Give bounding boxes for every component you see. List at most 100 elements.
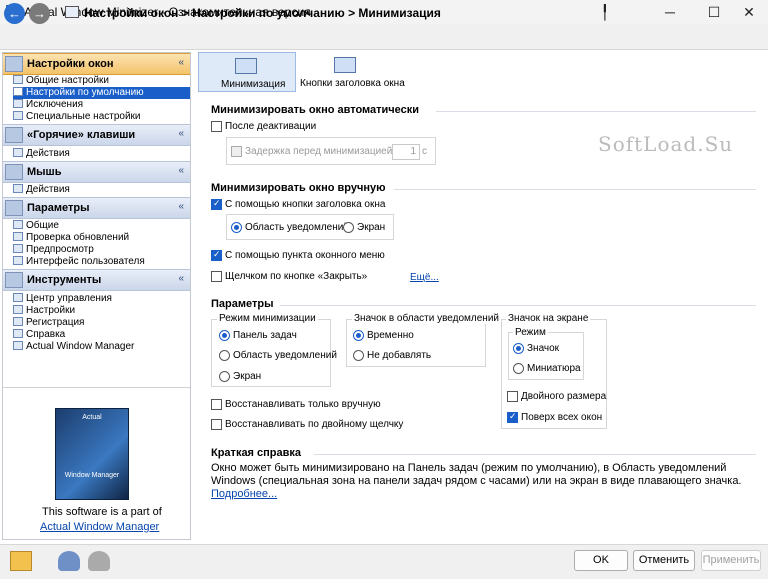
sidebar-item-ui[interactable]: Интерфейс пользователя: [13, 256, 190, 268]
sidebar-item-control-center[interactable]: Центр управления: [13, 293, 190, 305]
delay-stepper[interactable]: 1: [392, 144, 420, 160]
mode-tray-radio[interactable]: Область уведомлений: [219, 350, 337, 361]
manual-screen-radio[interactable]: Экран: [343, 222, 385, 233]
maximize-button[interactable]: ☐: [699, 0, 729, 24]
title-button-checkbox[interactable]: С помощью кнопки заголовка окна: [211, 198, 385, 210]
section-title: «Горячие» клавиши: [27, 129, 136, 141]
section-title: Мышь: [27, 166, 62, 178]
settings-icon: [13, 305, 23, 314]
mode-screen-radio[interactable]: Экран: [219, 371, 261, 382]
help-text: Окно может быть минимизировано на Панель…: [211, 462, 742, 487]
undo-icon[interactable]: [58, 551, 80, 571]
sidebar-item-awm[interactable]: Actual Window Manager: [13, 341, 190, 353]
restore-dblclick-checkbox[interactable]: Восстанавливать по двойному щелчку: [211, 419, 403, 430]
on-top-checkbox[interactable]: Поверх всех окон: [507, 411, 602, 423]
screen-icon-radio[interactable]: Значок: [513, 343, 559, 354]
update-icon: [13, 232, 23, 241]
sidebar-section-tools[interactable]: Инструменты «: [3, 269, 190, 291]
divider: [436, 111, 756, 112]
divider: [280, 305, 756, 306]
tab-title-buttons[interactable]: Кнопки заголовка окна: [298, 52, 405, 92]
close-click-checkbox[interactable]: Щелчком по кнопке «Закрыть»: [211, 271, 367, 282]
sidebar-item-tool-settings[interactable]: Настройки: [13, 305, 190, 317]
help-icon: [13, 329, 23, 338]
collapse-icon[interactable]: «: [178, 165, 184, 176]
forward-button[interactable]: →: [29, 3, 50, 24]
section-title: Настройки окон: [27, 58, 114, 70]
help-group-title: Краткая справка: [211, 447, 302, 459]
sidebar-divider: [3, 387, 190, 388]
title-buttons-icon: [334, 57, 356, 73]
ui-icon: [13, 256, 23, 265]
tools-icon: [5, 272, 23, 288]
sidebar-item-help[interactable]: Справка: [13, 329, 190, 341]
divider: [314, 454, 756, 455]
promo-text: This software is a part of: [42, 506, 162, 518]
navigation-bar: [0, 24, 768, 50]
tray-none-radio[interactable]: Не добавлять: [353, 350, 431, 361]
options-icon: [5, 200, 23, 216]
window-settings-icon: [65, 6, 79, 18]
ok-button[interactable]: OK: [574, 550, 628, 571]
control-center-icon: [13, 293, 23, 302]
screen-caption: Значок на экране: [506, 313, 591, 324]
sidebar-item-mouse-actions[interactable]: Действия: [13, 184, 190, 196]
awm-icon: [13, 341, 23, 350]
divider: [394, 189, 756, 190]
collapse-icon[interactable]: «: [178, 57, 184, 68]
sidebar-item-general-settings[interactable]: Общие настройки: [13, 75, 190, 87]
window-menu-checkbox[interactable]: С помощью пункта оконного меню: [211, 249, 385, 261]
auto-group-title: Минимизировать окно автоматически: [211, 104, 420, 116]
mode-taskbar-radio[interactable]: Панель задач: [219, 330, 297, 341]
tab-minimization[interactable]: Минимизация: [198, 52, 296, 92]
sidebar-section-hotkeys[interactable]: «Горячие» клавиши «: [3, 124, 190, 146]
sidebar-item-special-settings[interactable]: Специальные настройки: [13, 111, 190, 123]
sidebar-section-windows[interactable]: Настройки окон «: [3, 53, 190, 75]
back-button[interactable]: ←: [4, 3, 25, 24]
general-icon: [13, 220, 23, 229]
cancel-button[interactable]: Отменить: [633, 550, 695, 571]
watermark: SoftLoad.Su: [598, 132, 734, 156]
sidebar-item-updates[interactable]: Проверка обновлений: [13, 232, 190, 244]
delay-checkbox[interactable]: Задержка перед минимизацией: [231, 146, 392, 157]
apply-button[interactable]: Применить: [701, 550, 761, 571]
double-size-checkbox[interactable]: Двойного размера: [507, 391, 606, 402]
help-icon[interactable]: [10, 551, 32, 571]
collapse-icon[interactable]: «: [178, 128, 184, 139]
pin-icon[interactable]: ╿: [590, 0, 620, 24]
sidebar-item-registration[interactable]: Регистрация: [13, 317, 190, 329]
screen-mode-caption: Режим: [513, 327, 548, 338]
section-title: Инструменты: [27, 274, 102, 286]
after-deactivation-checkbox[interactable]: После деактивации: [211, 121, 316, 132]
registration-icon: [13, 317, 23, 326]
sidebar-section-mouse[interactable]: Мышь «: [3, 161, 190, 183]
sidebar-item-general[interactable]: Общие: [13, 220, 190, 232]
tray-temp-radio[interactable]: Временно: [353, 330, 414, 341]
manual-tray-radio[interactable]: Область уведомлений: [231, 222, 349, 233]
actions-icon: [13, 184, 23, 193]
keyboard-icon: [5, 127, 23, 143]
collapse-icon[interactable]: «: [178, 273, 184, 284]
mouse-icon: [5, 164, 23, 180]
screen-thumb-radio[interactable]: Миниатюра: [513, 363, 581, 374]
help-more-link[interactable]: Подробнее...: [211, 488, 277, 500]
settings-icon: [13, 75, 23, 84]
windows-settings-icon: [5, 56, 23, 72]
redo-icon[interactable]: [88, 551, 110, 571]
box-art-label: Window Manager: [64, 472, 120, 479]
actions-icon: [13, 148, 23, 157]
sidebar-item-preview[interactable]: Предпросмотр: [13, 244, 190, 256]
promo-link[interactable]: Actual Window Manager: [40, 521, 159, 533]
collapse-icon[interactable]: «: [178, 201, 184, 212]
sidebar-section-options[interactable]: Параметры «: [3, 197, 190, 219]
sidebar-item-exclusions[interactable]: Исключения: [13, 99, 190, 111]
close-button[interactable]: ✕: [734, 0, 764, 24]
mode-caption: Режим минимизации: [217, 313, 318, 324]
sidebar-item-default-settings[interactable]: Настройки по умолчанию: [13, 87, 190, 99]
preview-icon: [13, 244, 23, 253]
minimize-button[interactable]: ─: [655, 0, 685, 24]
params-group-title: Параметры: [211, 298, 274, 310]
more-link[interactable]: Ещё...: [410, 272, 439, 283]
sidebar-item-hotkey-actions[interactable]: Действия: [13, 148, 190, 160]
restore-manual-checkbox[interactable]: Восстанавливать только вручную: [211, 399, 381, 410]
